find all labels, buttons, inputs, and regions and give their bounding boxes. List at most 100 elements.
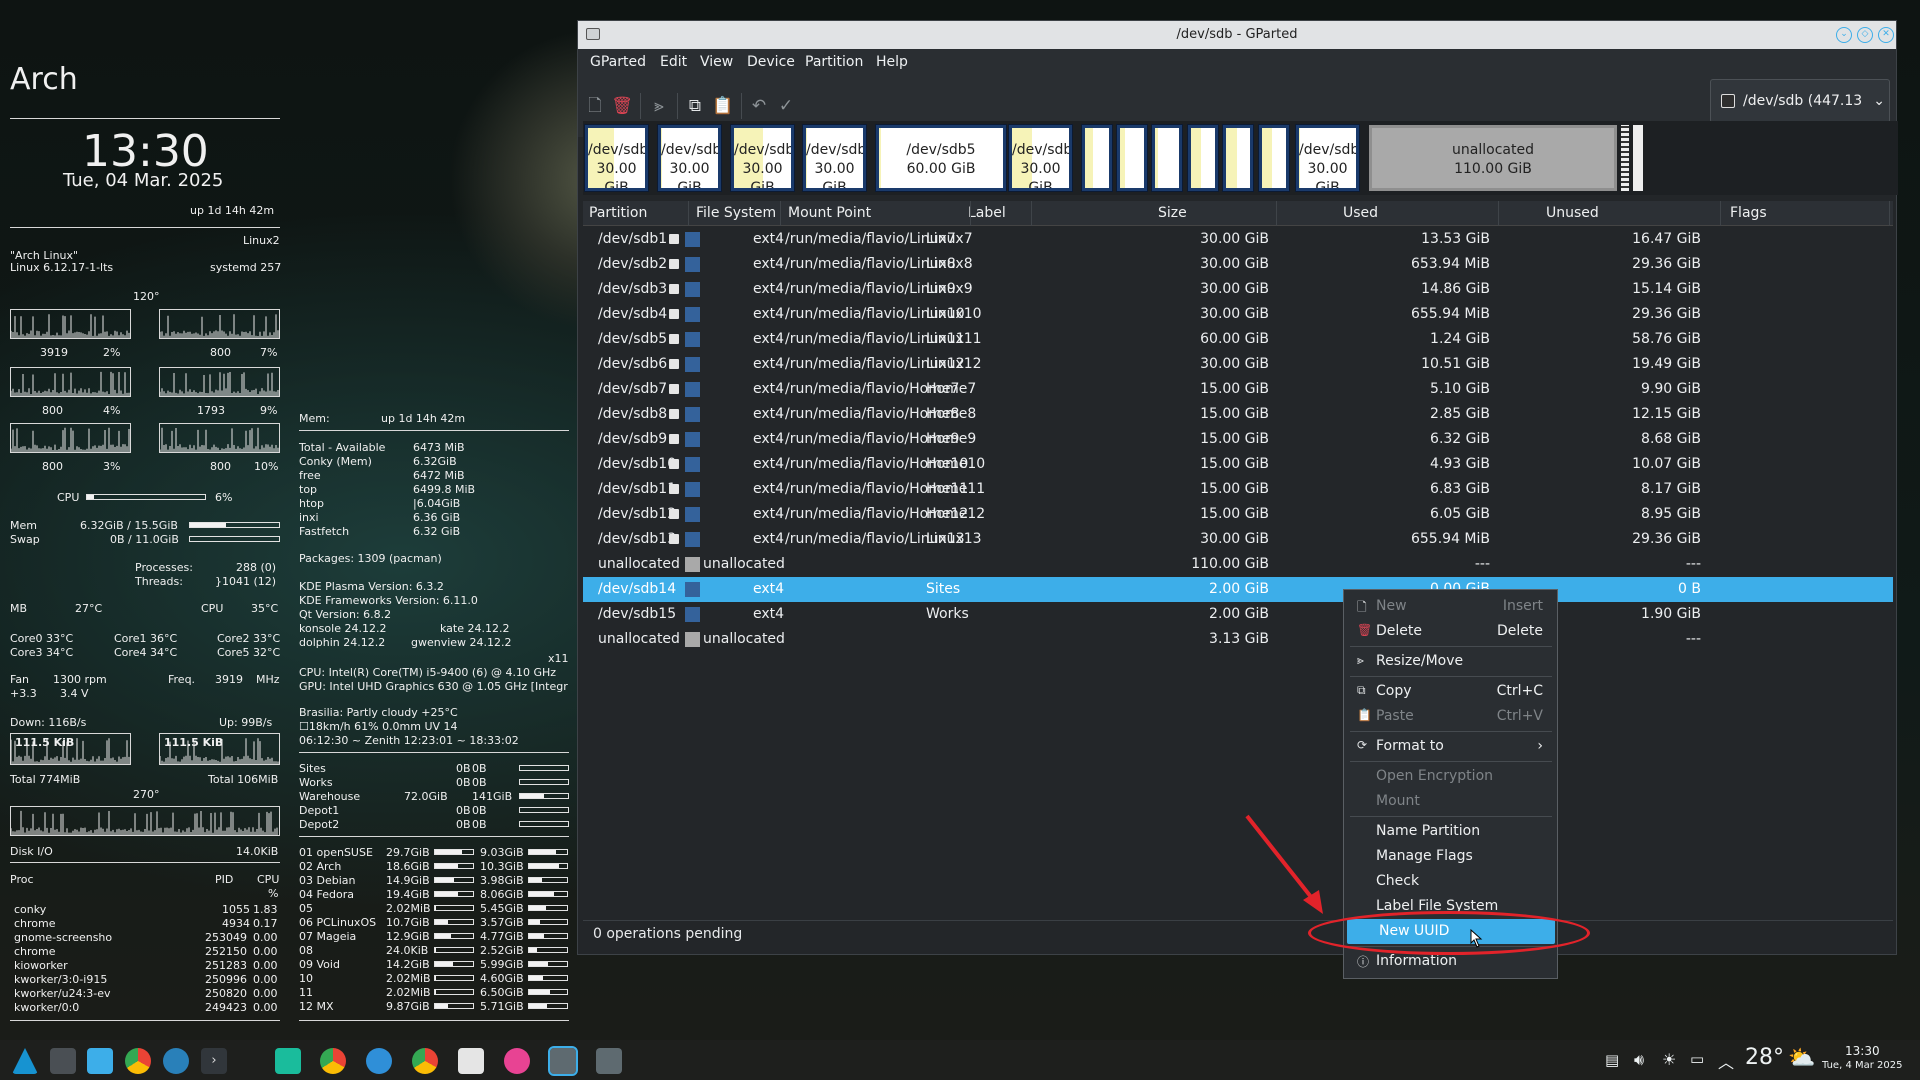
window-app-icon[interactable] (586, 28, 600, 40)
menu-item-label: Mount (1376, 793, 1420, 809)
device-selector[interactable]: /dev/sdb (447.13 GiB) ⌄ (1710, 79, 1890, 151)
menu-item-check[interactable]: Check (1344, 869, 1557, 894)
column-header-mount-point[interactable]: Mount Point (788, 205, 871, 221)
column-header-partition[interactable]: Partition (589, 205, 647, 221)
system-monitor-icon[interactable] (50, 1048, 76, 1074)
partition-row[interactable]: /dev/sdb1 ext4/run/media/flavio/Linux7 Lin… (583, 227, 1893, 252)
partition-row[interactable]: /dev/sdb5 ext4/run/media/flavio/Linux11 Li… (583, 327, 1893, 352)
disk-map-partition[interactable]: /dev/sdb5 60.00 GiB (875, 124, 1007, 192)
network-icon[interactable]: ▭ (1690, 1050, 1704, 1068)
clock-date[interactable]: Tue, 4 Mar 2025 (1822, 1060, 1902, 1071)
disk-map-partition[interactable] (1116, 124, 1148, 192)
copy-icon[interactable]: ⧉ (684, 95, 706, 117)
resize-move-icon[interactable]: ⪢ (648, 95, 670, 117)
clipboard-icon[interactable]: ▤ (1605, 1051, 1619, 1069)
column-header-file-system[interactable]: File System (696, 205, 776, 221)
menu-view[interactable]: View (700, 54, 733, 70)
proc-name: conky (14, 903, 47, 916)
title-bar[interactable]: /dev/sdb - GParted ⌄ ◇ ✕ (578, 21, 1896, 49)
menu-partition[interactable]: Partition (805, 54, 863, 70)
menu-device[interactable]: Device (747, 54, 795, 70)
tray-expand-icon[interactable]: ︿ (1718, 1049, 1734, 1073)
partition-row[interactable]: /dev/sdb9 ext4/run/media/flavio/Home9 Home… (583, 427, 1893, 452)
apply-icon[interactable]: ✓ (775, 95, 797, 117)
partition-unused: 29.36 GiB (1632, 256, 1701, 272)
browser-icon[interactable] (163, 1048, 189, 1074)
task-gparted-icon[interactable] (548, 1046, 578, 1076)
clock-time[interactable]: 13:30 (1845, 1044, 1880, 1058)
minimize-icon[interactable]: ⌄ (1836, 27, 1852, 43)
menu-item-name-partition[interactable]: Name Partition (1344, 819, 1557, 844)
weather-icon[interactable]: ⛅ (1788, 1046, 1815, 1071)
freq-unit: MHz (256, 673, 280, 686)
brightness-icon[interactable]: ☀ (1662, 1050, 1676, 1069)
disk-map-partition[interactable]: /dev/sdb2 30.00 GiB (657, 124, 722, 192)
disk-map-partition[interactable]: /dev/sdb6 30.00 GiB (1008, 124, 1073, 192)
partition-row[interactable]: /dev/sdb10 ext4/run/media/flavio/Home10 Ho… (583, 452, 1893, 477)
task-chrome-icon[interactable] (320, 1048, 346, 1074)
disk-map-partition[interactable]: /dev/sdb3 30.00 GiB (730, 124, 795, 192)
menu-item-resize-move[interactable]: ⪢ Resize/Move (1344, 649, 1557, 674)
menu-item-delete[interactable]: 🗑 Delete Delete (1344, 619, 1557, 644)
partition-row[interactable]: /dev/sdb4 ext4/run/media/flavio/Linux10 Li… (583, 302, 1893, 327)
partition-row[interactable]: /dev/sdb8 ext4/run/media/flavio/Home8 Home… (583, 402, 1893, 427)
paste-icon[interactable]: 📋 (712, 95, 734, 117)
chrome-icon[interactable] (125, 1048, 151, 1074)
partition-row[interactable]: /dev/sdb13 ext4/run/media/flavio/Linux13 L… (583, 527, 1893, 552)
partition-row[interactable]: /dev/sdb7 ext4/run/media/flavio/Home7 Home… (583, 377, 1893, 402)
disk-map-partition[interactable]: /dev/sdb1 30.00 GiB (584, 124, 649, 192)
menu-edit[interactable]: Edit (660, 54, 687, 70)
partition-row[interactable]: /dev/sdb3 ext4/run/media/flavio/Linux9 Lin… (583, 277, 1893, 302)
drive-name: Warehouse (299, 790, 361, 803)
partition-row[interactable]: unallocated unallocated 110.00 GiB --- --- (583, 552, 1893, 577)
task-chrome-2-icon[interactable] (412, 1048, 438, 1074)
partition-unused: 8.68 GiB (1641, 431, 1701, 447)
partition-row[interactable]: /dev/sdb14ext4Sites2.00 GiB0.00 GiB0 B (583, 577, 1893, 602)
menu-help[interactable]: Help (876, 54, 908, 70)
disk-map-scroll[interactable] (1621, 125, 1629, 191)
menu-item-copy[interactable]: ⧉ Copy Ctrl+C (1344, 679, 1557, 704)
maximize-icon[interactable]: ◇ (1857, 27, 1873, 43)
partition-row[interactable]: /dev/sdb15 ext4 Works 2.00 GiB 1.90 GiB (583, 602, 1893, 627)
undo-icon[interactable]: ↶ (748, 95, 770, 117)
column-header-used[interactable]: Used (1343, 205, 1378, 221)
disk-map-partition[interactable] (1081, 124, 1113, 192)
file-manager-icon[interactable] (87, 1048, 113, 1074)
disk-map-partition[interactable]: /dev/sdb4 30.00 GiB (802, 124, 867, 192)
partition-row[interactable]: /dev/sdb11 ext4/run/media/flavio/Home11 Ho… (583, 477, 1893, 502)
partition-filesystem: ext4 (753, 406, 785, 422)
column-header-flags[interactable]: Flags (1730, 205, 1767, 221)
new-icon[interactable]: 🗋 (584, 95, 606, 117)
column-header-label[interactable]: Label (968, 205, 1006, 221)
task-app-icon[interactable] (504, 1048, 530, 1074)
partition-unused: 58.76 GiB (1632, 331, 1701, 347)
task-file-manager-icon[interactable] (275, 1048, 301, 1074)
partition-row[interactable]: /dev/sdb6 ext4/run/media/flavio/Linux12 Li… (583, 352, 1893, 377)
weather-temp[interactable]: 28° (1745, 1045, 1784, 1070)
column-header-size[interactable]: Size (1158, 205, 1187, 221)
disk-map-partition[interactable] (1222, 124, 1254, 192)
disk-map-partition[interactable] (1258, 124, 1290, 192)
partition-row[interactable]: /dev/sdb2 ext4/run/media/flavio/Linux8 Lin… (583, 252, 1893, 277)
task-browser-icon[interactable] (366, 1048, 392, 1074)
partition-row[interactable]: unallocated unallocated 3.13 GiB --- (583, 627, 1893, 652)
menu-item-label: Copy (1376, 683, 1412, 699)
volume-icon[interactable]: 🔊︎ (1634, 1050, 1644, 1070)
fan-value: 1300 rpm (53, 673, 107, 686)
column-header-unused[interactable]: Unused (1546, 205, 1599, 221)
partition-row[interactable]: /dev/sdb12 ext4/run/media/flavio/Home12 Ho… (583, 502, 1893, 527)
close-icon[interactable]: ✕ (1878, 27, 1894, 43)
menu-item-format-to[interactable]: ⟳ Format to › (1344, 734, 1557, 759)
disk-map-label: /dev/sdb13 30.00 GiB (1299, 128, 1356, 188)
disk-map-partition[interactable]: /dev/sdb13 30.00 GiB (1295, 124, 1360, 192)
disk-map-unallocated[interactable]: unallocated 110.00 GiB (1369, 125, 1617, 191)
menu-gparted[interactable]: GParted (590, 54, 646, 70)
terminal-icon[interactable]: › (201, 1048, 227, 1074)
task-app-2-icon[interactable] (596, 1048, 622, 1074)
disk-map-partition[interactable] (1187, 124, 1219, 192)
menu-item-manage-flags[interactable]: Manage Flags (1344, 844, 1557, 869)
arch-launcher-icon[interactable] (12, 1048, 38, 1074)
delete-icon[interactable]: 🗑 (611, 95, 633, 117)
disk-map-partition[interactable] (1151, 124, 1183, 192)
task-document-icon[interactable] (458, 1048, 484, 1074)
